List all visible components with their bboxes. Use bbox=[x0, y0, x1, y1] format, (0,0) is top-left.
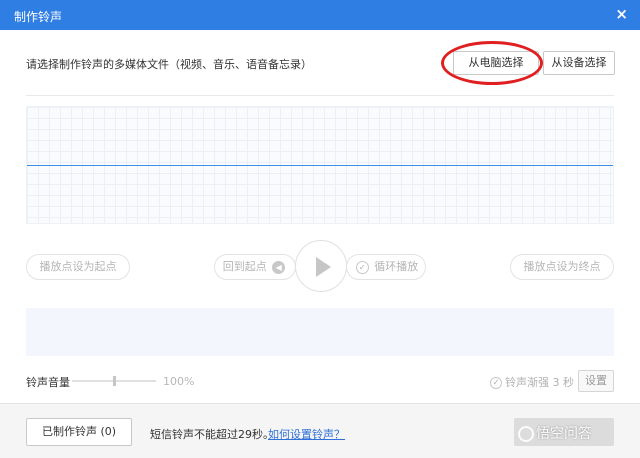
back-to-start-label: 回到起点 bbox=[222, 260, 267, 273]
volume-slider-handle[interactable] bbox=[113, 376, 116, 386]
fade-settings-button[interactable]: 设置 bbox=[578, 370, 614, 392]
file-info-panel bbox=[26, 308, 614, 356]
choose-from-computer-button[interactable]: 从电脑选择 bbox=[453, 51, 539, 75]
check-circle-icon: ✓ bbox=[355, 260, 369, 274]
rewind-icon: ◀ bbox=[272, 260, 286, 274]
waveform-line bbox=[27, 165, 613, 166]
fade-in-toggle[interactable]: ✓ 铃声渐强 3 秒 bbox=[490, 374, 574, 390]
made-ringtones-button[interactable]: 已制作铃声 (0) bbox=[26, 418, 132, 446]
loop-toggle[interactable]: ✓ 循环播放 bbox=[346, 254, 426, 280]
divider bbox=[26, 95, 614, 96]
play-button[interactable] bbox=[295, 240, 347, 292]
file-prompt: 请选择制作铃声的多媒体文件（视频、音乐、语音备忘录） bbox=[26, 58, 312, 71]
check-circle-icon: ✓ bbox=[490, 377, 502, 389]
loop-label: 循环播放 bbox=[374, 260, 419, 273]
close-icon[interactable]: × bbox=[615, 5, 628, 23]
volume-label: 铃声音量 bbox=[26, 376, 70, 389]
length-notice: 短信铃声不能超过29秒。 bbox=[150, 428, 274, 441]
choose-from-device-button[interactable]: 从设备选择 bbox=[543, 51, 615, 75]
play-icon bbox=[316, 257, 331, 277]
how-to-set-ringtone-link[interactable]: 如何设置铃声？ bbox=[268, 426, 345, 442]
set-end-button[interactable]: 播放点设为终点 bbox=[510, 254, 614, 280]
volume-slider[interactable] bbox=[72, 376, 156, 386]
back-to-start-button[interactable]: 回到起点 ◀ bbox=[214, 254, 296, 280]
set-start-label: 播放点设为起点 bbox=[39, 260, 117, 273]
window-title: 制作铃声 bbox=[14, 10, 63, 24]
make-ringtone-button bbox=[514, 418, 614, 446]
set-end-label: 播放点设为终点 bbox=[523, 260, 601, 273]
title-bar: 制作铃声 × bbox=[0, 0, 640, 30]
volume-value: 100% bbox=[163, 375, 195, 388]
fade-in-label: 铃声渐强 3 秒 bbox=[505, 376, 574, 389]
waveform-area[interactable] bbox=[26, 106, 614, 224]
set-start-button[interactable]: 播放点设为起点 bbox=[26, 254, 130, 280]
footer-bar: 已制作铃声 (0) 短信铃声不能超过29秒。 如何设置铃声？ 悟空问答 bbox=[0, 403, 640, 458]
